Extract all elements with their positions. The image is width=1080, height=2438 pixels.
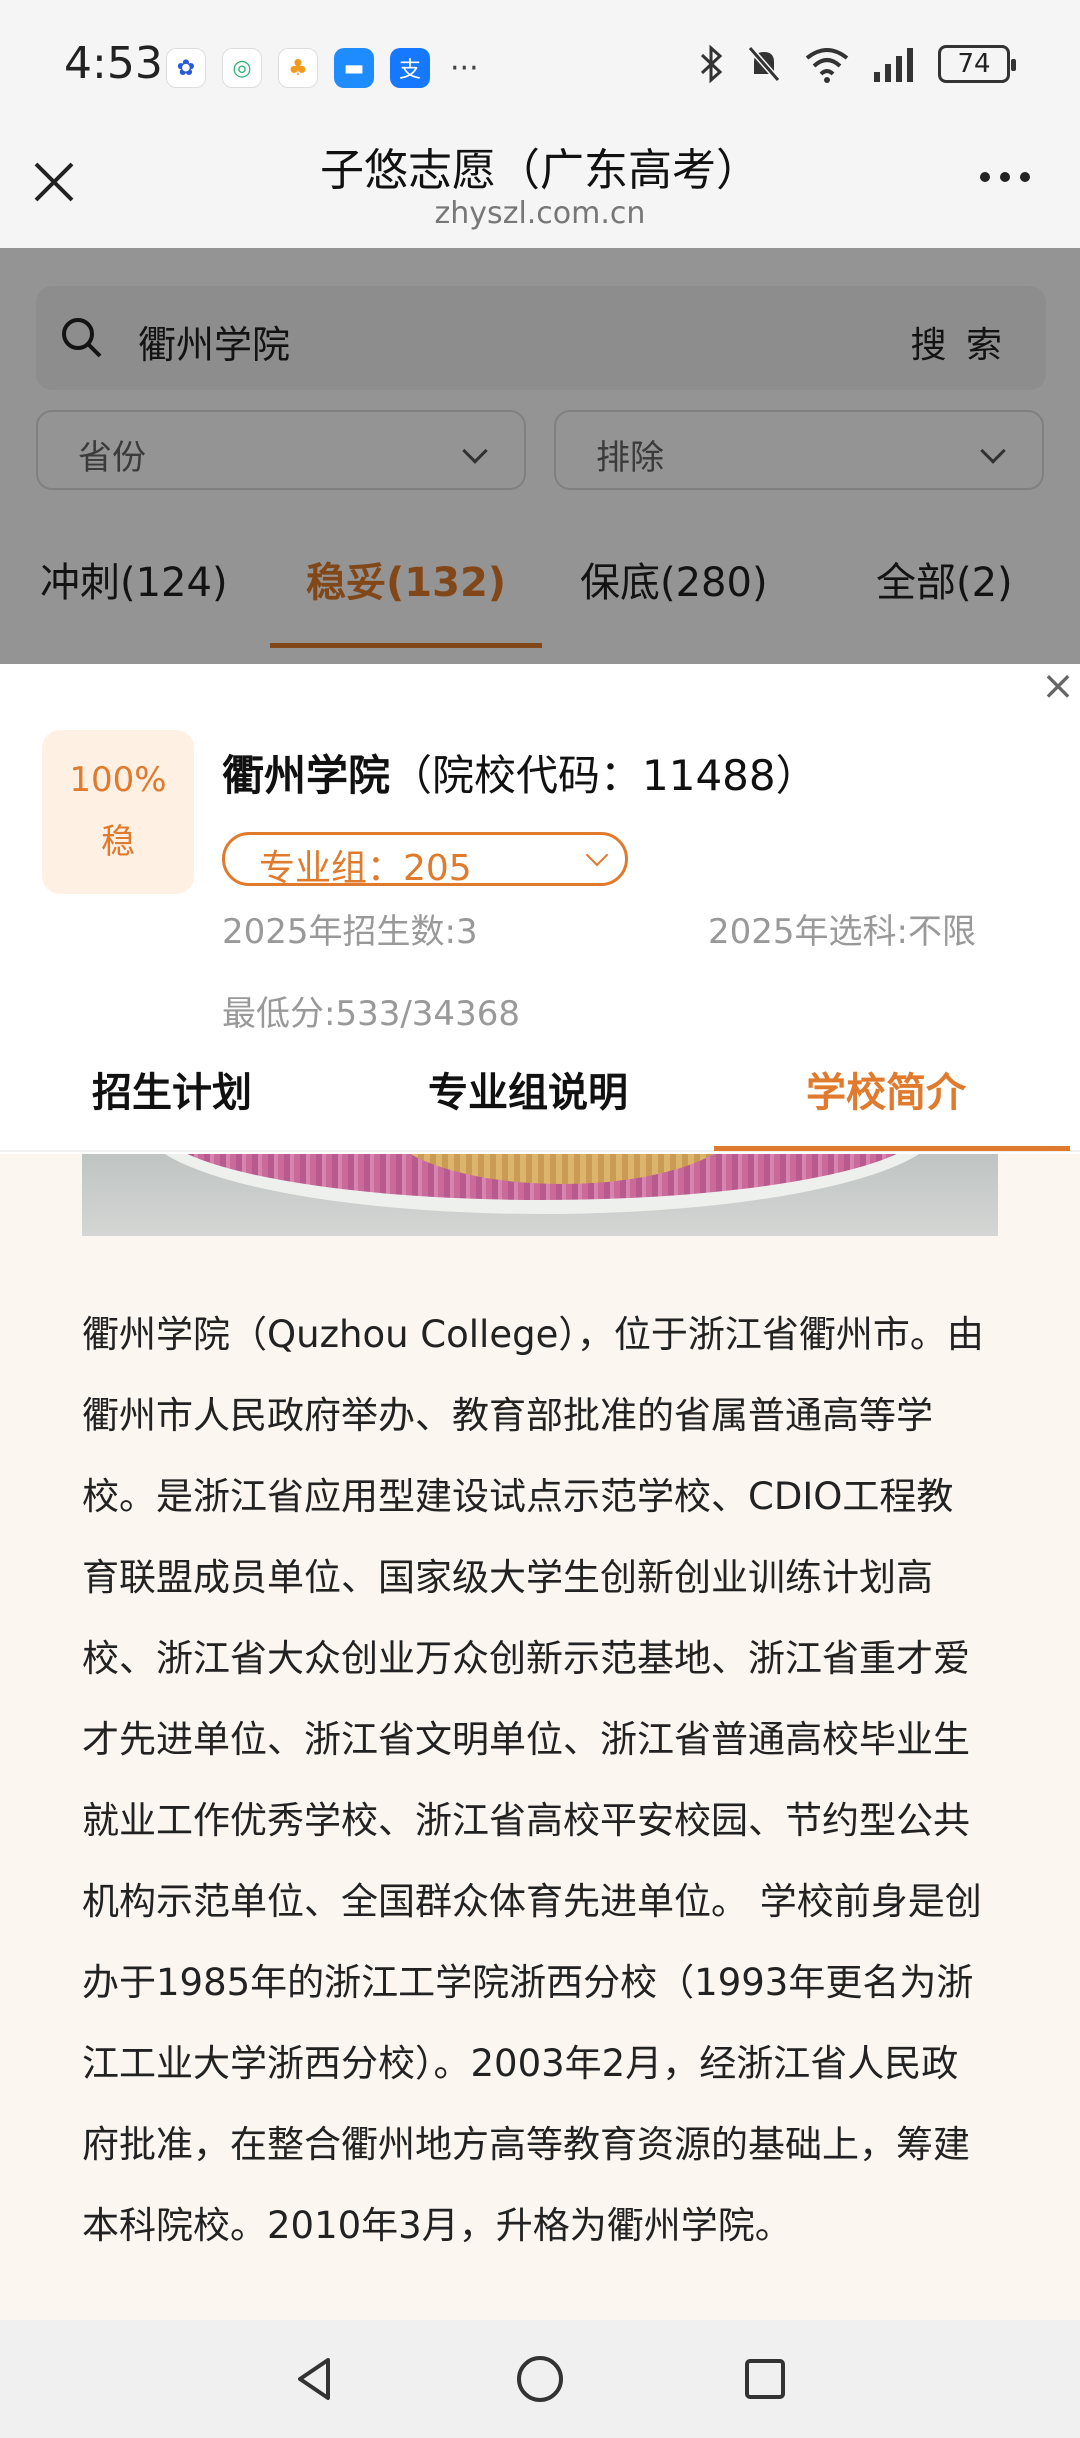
more-menu-icon[interactable]	[980, 172, 1030, 182]
detail-tabs: 招生计划 专业组说明 学校简介	[0, 1040, 1080, 1152]
more-notifications-icon: ···	[450, 50, 479, 86]
status-time: 4:53	[64, 38, 163, 89]
mute-bell-icon	[747, 46, 781, 82]
recent-apps-icon[interactable]	[740, 2354, 790, 2404]
360-icon: ◎	[222, 48, 262, 88]
campus-photo	[82, 1154, 998, 1236]
page-url: zhyszl.com.cn	[434, 196, 646, 231]
system-icons: 74	[698, 44, 1016, 84]
status-bar: 4:53 ✿ ◎ ♣ ▬ 支 ··· 74	[0, 0, 1080, 130]
intro-line: 机构示范单位、全国群众体育先进单位。 学校前身是创	[82, 1880, 982, 1923]
result-list-page: 衢州学院 搜 索 省份 排除 冲刺(124) 稳妥(132) 保底(280) 全…	[0, 248, 1080, 664]
home-icon[interactable]	[515, 2354, 565, 2404]
page-title: 子悠志愿（广东高考）	[320, 145, 760, 196]
intro-line: 衢州市人民政府举办、教育部批准的省属普通高等学	[82, 1394, 933, 1437]
school-code: （院校代码：11488）	[390, 751, 818, 800]
major-group-value: 专业组：205	[259, 848, 472, 889]
search-icon	[62, 318, 102, 358]
baidu-icon: ✿	[166, 48, 206, 88]
intro-line: 衢州学院（Quzhou College），位于浙江省衢州市。由	[82, 1313, 984, 1356]
taobao-icon: ♣	[278, 48, 318, 88]
search-input[interactable]: 衢州学院	[138, 314, 290, 369]
province-filter-label: 省份	[78, 438, 146, 478]
intro-line: 才先进单位、浙江省文明单位、浙江省普通高校毕业生	[82, 1718, 970, 1761]
sheet-close-icon[interactable]: ×	[1036, 664, 1080, 708]
intro-line: 府批准，在整合衢州地方高等教育资源的基础上，筹建	[82, 2123, 970, 2166]
tab-sprint[interactable]: 冲刺(124)	[40, 538, 228, 648]
intro-line: 江工业大学浙西分校）。2003年2月，经浙江省人民政	[82, 2042, 959, 2085]
tab-school-intro[interactable]: 学校简介	[806, 1060, 966, 1118]
notification-icons: ✿ ◎ ♣ ▬ 支 ···	[166, 48, 479, 88]
tab-all[interactable]: 全部(2)	[876, 538, 1013, 648]
bluetooth-icon	[700, 44, 723, 84]
exclude-filter[interactable]: 排除	[554, 410, 1044, 490]
school-intro-content[interactable]: 衢州学院（Quzhou College），位于浙江省衢州市。由 衢州市人民政府举…	[0, 1154, 1080, 2320]
battery-level: 74	[957, 49, 991, 79]
active-tab-indicator	[714, 1146, 1070, 1151]
subject-requirement: 2025年选科:不限	[708, 912, 976, 952]
major-group-select[interactable]: 专业组：205	[222, 832, 628, 889]
intro-line: 校。是浙江省应用型建设试点示范学校、CDIO工程教	[82, 1475, 954, 1518]
tab-guarantee[interactable]: 保底(280)	[580, 538, 768, 648]
chevron-down-icon	[585, 843, 609, 867]
intro-line: 校、浙江省大众创业万众创新示范基地、浙江省重才爱	[82, 1637, 970, 1680]
wifi-icon	[805, 48, 849, 83]
signal-icon	[874, 48, 913, 82]
tab-group-description[interactable]: 专业组说明	[428, 1060, 628, 1118]
search-bar[interactable]: 衢州学院 搜 索	[36, 286, 1046, 390]
search-button[interactable]: 搜 索	[911, 316, 1006, 368]
messenger-icon: ▬	[334, 48, 374, 88]
intro-line: 办于1985年的浙江工学院浙西分校（1993年更名为浙	[82, 1961, 974, 2004]
alipay-icon: 支	[390, 48, 430, 88]
back-icon[interactable]	[290, 2354, 340, 2404]
battery-icon: 74	[938, 45, 1016, 83]
school-title: 衢州学院（院校代码：11488）	[222, 742, 818, 803]
tab-safe[interactable]: 稳妥(132)	[269, 538, 543, 648]
school-detail-sheet: × 100% 稳 衢州学院（院校代码：11488） 专业组：205 2025年招…	[0, 664, 1080, 2438]
probability-badge: 100% 稳	[42, 730, 194, 894]
chevron-down-icon	[462, 438, 488, 464]
enroll-count: 2025年招生数:3	[222, 912, 478, 952]
intro-line: 就业工作优秀学校、浙江省高校平安校园、节约型公共	[82, 1799, 970, 1842]
exclude-filter-label: 排除	[596, 438, 664, 478]
probability-level: 稳	[101, 822, 135, 862]
title-bar: 子悠志愿（广东高考） zhyszl.com.cn	[0, 130, 1080, 248]
intro-line: 本科院校。2010年3月，升格为衢州学院。	[82, 2204, 792, 2247]
school-name: 衢州学院	[222, 751, 391, 800]
province-filter[interactable]: 省份	[36, 410, 526, 490]
probability-value: 100%	[69, 760, 167, 800]
school-intro-text: 衢州学院（Quzhou College），位于浙江省衢州市。由 衢州市人民政府举…	[82, 1294, 998, 2266]
tab-enrollment-plan[interactable]: 招生计划	[92, 1060, 252, 1118]
minimum-score: 最低分:533/34368	[222, 994, 520, 1034]
system-nav-bar	[0, 2320, 1080, 2438]
intro-line: 育联盟成员单位、国家级大学生创新创业训练计划高	[82, 1556, 933, 1599]
risk-tabs: 冲刺(124) 稳妥(132) 保底(280) 全部(2)	[0, 538, 1080, 648]
chevron-down-icon	[980, 438, 1006, 464]
